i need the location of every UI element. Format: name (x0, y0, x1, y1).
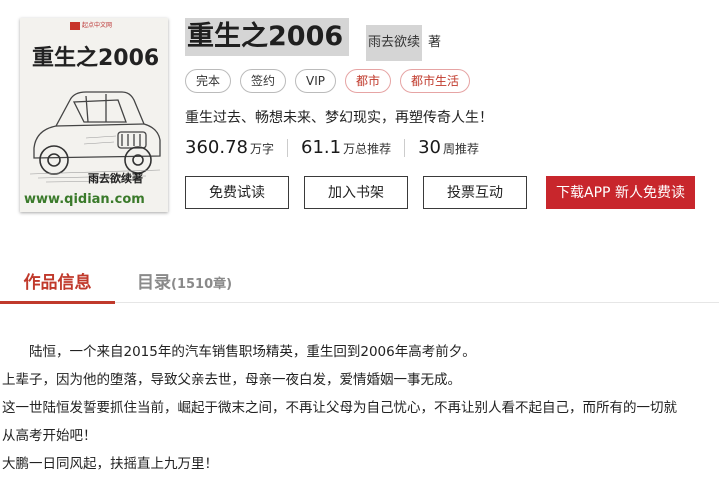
book-title: 重生之2006 (185, 18, 350, 56)
stat-value: 30 (418, 137, 441, 158)
description-line: 陆恒，一个来自2015年的汽车销售职场精英，重生回到2006年高考前夕。 (29, 344, 476, 360)
stat-divider (404, 138, 406, 157)
description-line: 上辈子，因为他的堕落，导致父亲去世，母亲一夜白发，爱情婚姻一事无成。 (2, 372, 461, 388)
cover-url: www.qidian.com (24, 192, 145, 207)
tab-catalog-count: (1510章) (171, 277, 233, 292)
cover-publisher-logo: 起点中文网 (70, 20, 112, 30)
add-to-shelf-button[interactable]: 加入书架 (304, 176, 408, 209)
book-description: 陆恒，一个来自2015年的汽车销售职场精英，重生回到2006年高考前夕。 上辈子… (2, 340, 719, 480)
tab-book-info[interactable]: 作品信息 (0, 268, 115, 304)
book-stats: 360.78 万字 61.1 万总推荐 30 周推荐 (185, 137, 479, 158)
stat-unit: 万总推荐 (343, 142, 392, 156)
description-line: 从高考开始吧！ (2, 428, 97, 444)
stat-divider (287, 138, 288, 157)
tag-status: 完本 (185, 69, 232, 93)
content-tabs: 作品信息 目录(1510章) (0, 258, 719, 304)
author-name-link[interactable]: 雨去欲续 (366, 25, 423, 61)
tab-catalog-label: 目录 (137, 273, 171, 293)
cover-title: 重生之2006 (32, 46, 160, 71)
tag-list: 完本 签约 VIP 都市 都市生活 (185, 69, 471, 93)
action-bar: 免费试读 加入书架 投票互动 下载APP 新人免费读 (185, 176, 695, 209)
tag-category[interactable]: 都市 (345, 69, 392, 93)
book-cover[interactable]: 起点中文网 重生之2006 雨去欲续著 www.qidian.com (20, 18, 168, 212)
vote-button[interactable]: 投票互动 (423, 176, 527, 209)
stat-word-count: 360.78 万字 (185, 137, 274, 158)
stat-unit: 周推荐 (443, 142, 480, 156)
book-author: 雨去欲续著 (366, 20, 442, 61)
stat-value: 61.1 (301, 137, 342, 158)
stat-unit: 万字 (249, 142, 274, 156)
stat-total-recommend: 61.1 万总推荐 (301, 137, 391, 158)
stat-value: 360.78 (185, 137, 248, 158)
download-app-button[interactable]: 下载APP 新人免费读 (546, 176, 695, 209)
description-line: 大鹏一日同风起，扶摇直上九万里！ (2, 456, 218, 472)
description-line: 这一世陆恒发誓要抓住当前，崛起于微末之间，不再让父母为自己忧心，不再让别人看不起… (2, 400, 677, 416)
tag-subcategory[interactable]: 都市生活 (400, 69, 471, 93)
stat-weekly-recommend: 30 周推荐 (418, 137, 479, 158)
book-intro: 重生过去、畅想未来、梦幻现实，再塑传奇人生！ (185, 110, 493, 126)
tag-signed: 签约 (240, 69, 287, 93)
tab-catalog[interactable]: 目录(1510章) (137, 268, 232, 293)
tag-vip: VIP (295, 69, 337, 93)
read-free-button[interactable]: 免费试读 (185, 176, 289, 209)
author-role: 著 (428, 35, 442, 50)
cover-author: 雨去欲续著 (88, 172, 143, 185)
